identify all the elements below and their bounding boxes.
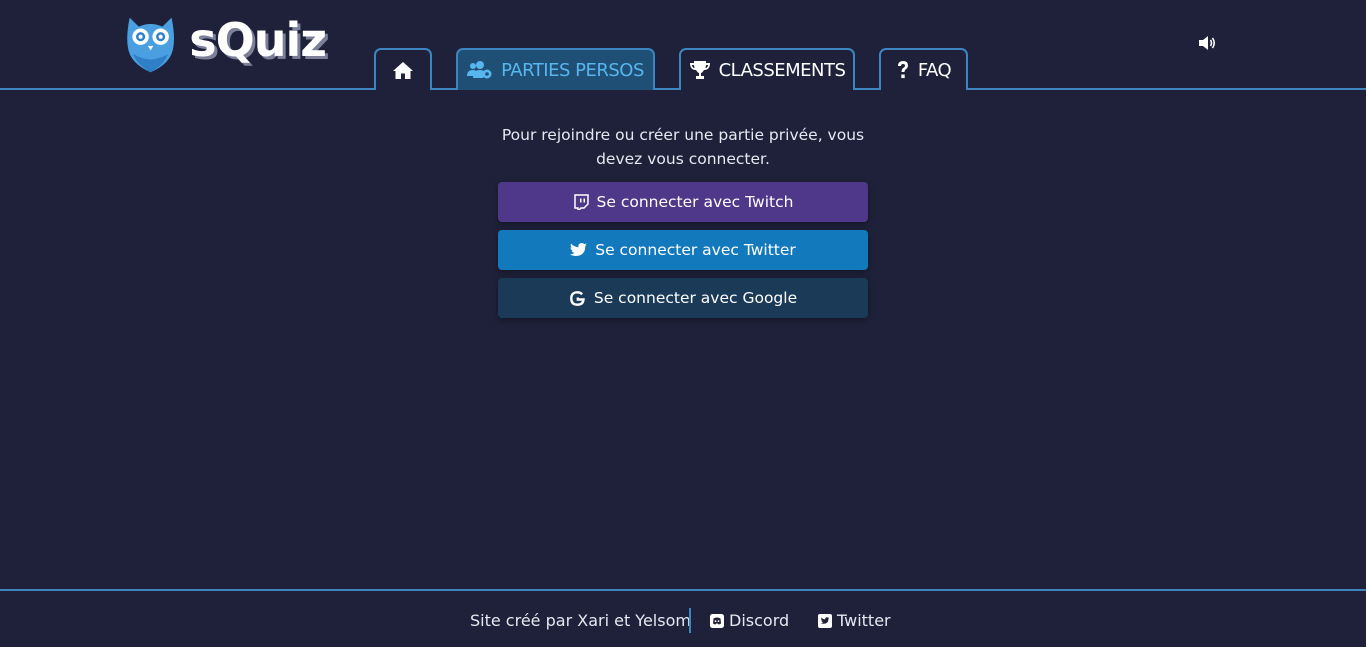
home-icon	[393, 61, 413, 79]
logo[interactable]: sQuiz	[126, 10, 327, 78]
users-cog-icon	[467, 61, 492, 79]
tab-home[interactable]	[374, 48, 432, 90]
button-label: Se connecter avec Google	[593, 289, 798, 307]
twitter-link[interactable]: Twitter	[818, 611, 891, 630]
tab-label: PARTIES PERSOS	[501, 59, 644, 81]
volume-icon[interactable]	[1198, 35, 1218, 51]
button-label: Se connecter avec Twitter	[595, 241, 796, 259]
header: sQuiz PARTIES PERSOS CLASSEMENTS FAQ	[0, 0, 1366, 90]
discord-link-label: Discord	[729, 611, 790, 630]
twitch-login-button[interactable]: Se connecter avec Twitch	[498, 182, 868, 222]
brand-name: sQuiz	[189, 13, 327, 67]
login-intro-text: Pour rejoindre ou créer une partie privé…	[501, 126, 865, 168]
google-login-button[interactable]: Se connecter avec Google	[498, 278, 868, 318]
twitter-icon	[570, 243, 588, 256]
discord-icon	[710, 613, 724, 628]
trophy-icon	[689, 61, 710, 79]
tab-label: FAQ	[917, 59, 952, 81]
twitter-square-icon	[818, 613, 832, 628]
twitch-icon	[573, 194, 589, 210]
twitter-login-button[interactable]: Se connecter avec Twitter	[498, 230, 868, 270]
owl-logo-icon	[127, 17, 175, 73]
twitter-link-label: Twitter	[837, 611, 891, 630]
discord-link[interactable]: Discord	[710, 611, 789, 630]
tab-label: CLASSEMENTS	[718, 59, 846, 81]
footer-divider	[689, 608, 691, 633]
google-icon	[569, 290, 585, 306]
footer: Site créé par Xari et Yelsom Discord Twi…	[0, 589, 1366, 647]
site-credit: Site créé par Xari et Yelsom	[470, 611, 691, 630]
tab-parties-persos[interactable]: PARTIES PERSOS	[456, 48, 655, 90]
tab-faq[interactable]: FAQ	[879, 48, 968, 90]
question-icon	[897, 61, 908, 79]
tab-classements[interactable]: CLASSEMENTS	[679, 48, 855, 90]
main-content: Pour rejoindre ou créer une partie privé…	[0, 92, 1366, 588]
button-label: Se connecter avec Twitch	[596, 193, 794, 211]
